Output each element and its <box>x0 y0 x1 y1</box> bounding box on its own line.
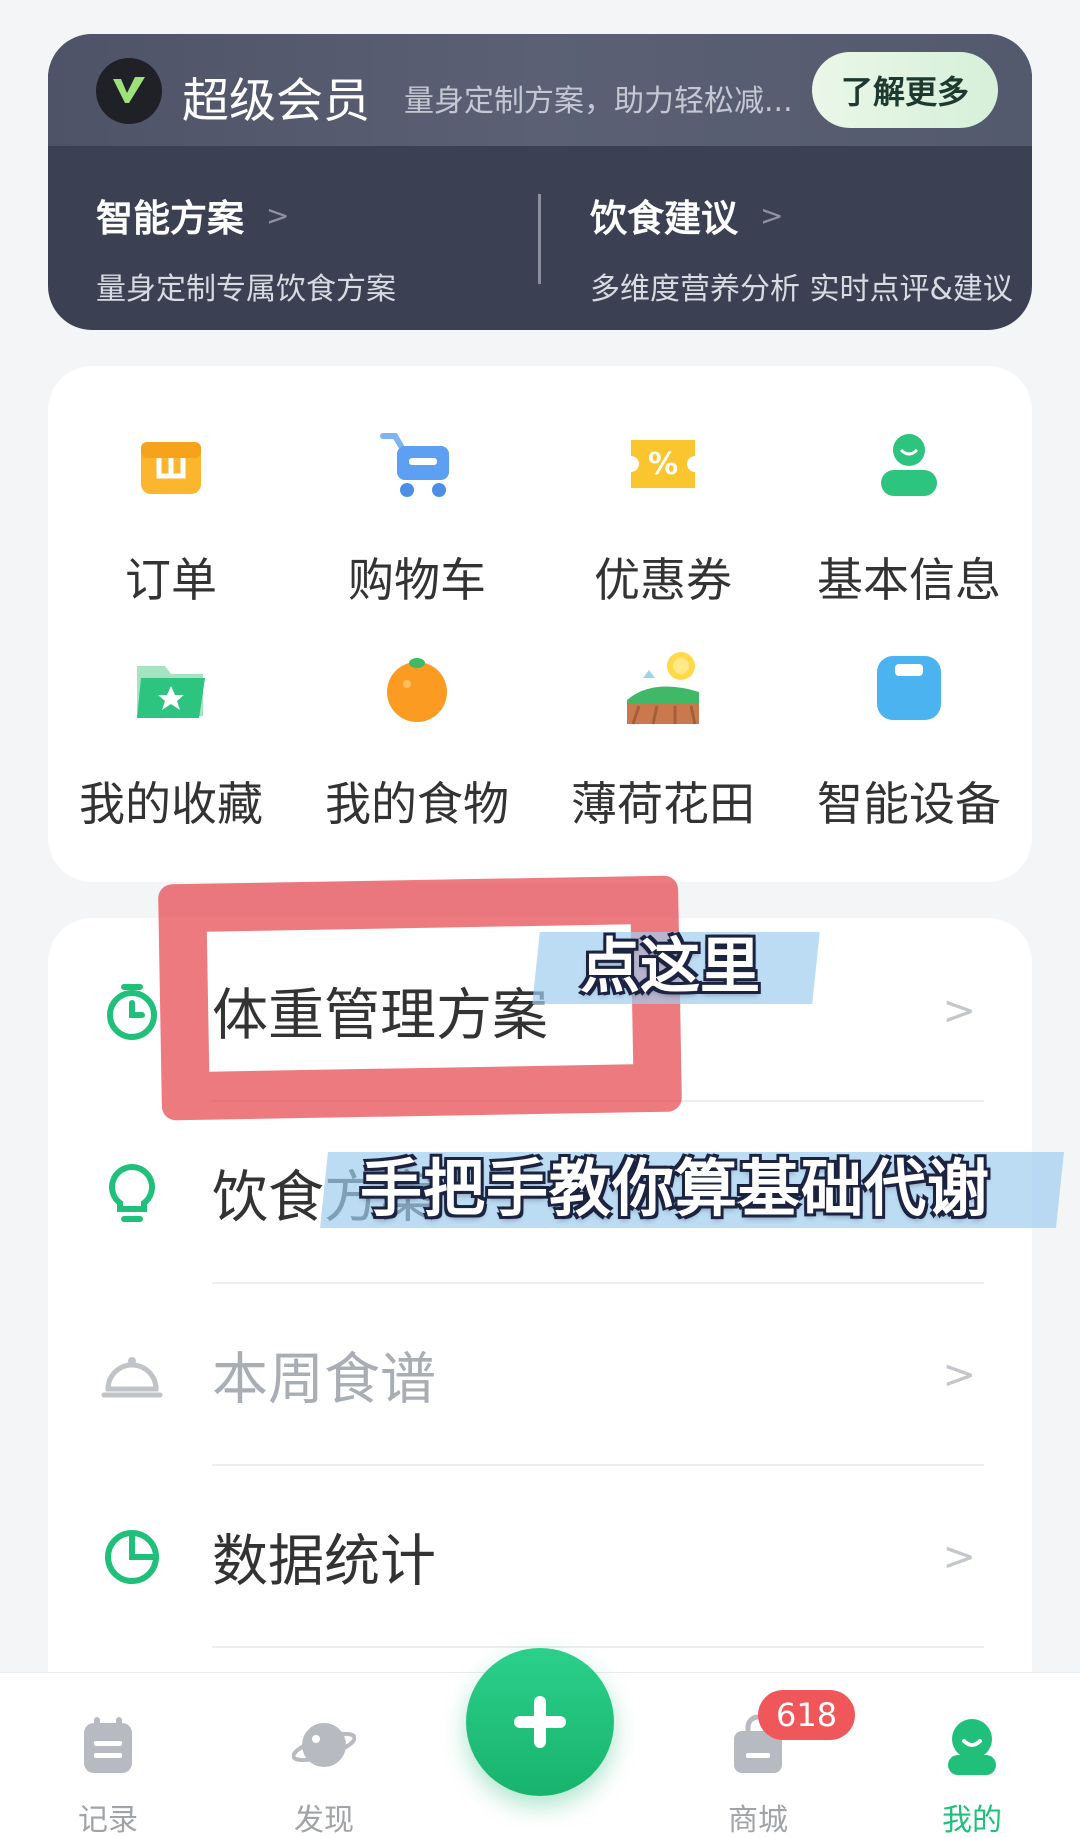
vip-feature-smart-plan[interactable]: 智能方案 > 量身定制专属饮食方案 <box>96 188 396 308</box>
tool-label: 薄荷花田 <box>571 777 755 831</box>
tool-label: 订单 <box>125 553 217 607</box>
vip-header: 超级会员 量身定制方案，助力轻松减... 了解更多 <box>48 34 1032 146</box>
chevron-right-icon: > <box>266 198 290 232</box>
vip-card[interactable]: 超级会员 量身定制方案，助力轻松减... 了解更多 智能方案 > 量身定制专属饮食… <box>48 34 1032 330</box>
tab-label: 记录 <box>78 1803 138 1837</box>
tool-label: 购物车 <box>348 553 486 607</box>
vip-logo-icon <box>96 58 162 124</box>
scale-device-icon <box>869 648 949 728</box>
tool-order[interactable]: 订单 <box>48 424 294 607</box>
cloche-icon <box>100 1343 164 1407</box>
profile-icon <box>869 424 949 504</box>
vip-feature-subtitle: 多维度营养分析 实时点评&建议 <box>590 272 1013 307</box>
tool-label: 优惠券 <box>594 553 732 607</box>
favorites-folder-icon <box>131 648 211 728</box>
tool-my-food[interactable]: 我的食物 <box>294 648 540 831</box>
tab-record[interactable]: 记录 <box>28 1673 188 1837</box>
vip-slogan: 量身定制方案，助力轻松减... <box>404 84 793 119</box>
tool-label: 智能设备 <box>817 777 1001 831</box>
tool-coupon[interactable]: % 优惠券 <box>540 424 786 607</box>
coupon-icon: % <box>623 424 703 504</box>
bulb-icon <box>100 1161 164 1225</box>
orange-icon <box>377 648 457 728</box>
tool-profile[interactable]: 基本信息 <box>786 424 1032 607</box>
tools-grid: 订单 购物车 % 优惠券 基本信息 我的收藏 我的食物 薄荷花田 智能设备 <box>48 366 1032 882</box>
chevron-right-icon: > <box>942 1534 976 1580</box>
me-icon <box>940 1713 1004 1777</box>
add-record-button[interactable] <box>466 1648 614 1796</box>
tool-favorites[interactable]: 我的收藏 <box>48 648 294 831</box>
menu-item-statistics[interactable]: 数据统计 > <box>48 1466 1032 1648</box>
flower-field-icon <box>623 648 703 728</box>
menu-item-weekly-recipe[interactable]: 本周食谱 > <box>48 1284 1032 1466</box>
vip-title: 超级会员 <box>182 74 370 129</box>
tab-label: 商城 <box>728 1803 788 1837</box>
record-icon <box>76 1713 140 1777</box>
vip-feature-title: 智能方案 <box>96 197 244 240</box>
tool-label: 我的食物 <box>325 777 509 831</box>
tab-me[interactable]: 我的 <box>892 1673 1052 1837</box>
tool-flower-field[interactable]: 薄荷花田 <box>540 648 786 831</box>
vip-divider <box>538 194 541 284</box>
annotation-tap-here: 点这里 <box>580 932 760 1002</box>
planet-icon <box>291 1713 357 1777</box>
timer-icon <box>100 979 164 1043</box>
annotation-guide: 手把手教你算基础代谢 <box>360 1152 991 1225</box>
tool-cart[interactable]: 购物车 <box>294 424 540 607</box>
divider <box>212 1646 984 1648</box>
chevron-right-icon: > <box>942 1352 976 1398</box>
cart-icon <box>377 424 457 504</box>
chevron-right-icon: > <box>760 198 784 232</box>
tool-label: 基本信息 <box>817 553 1001 607</box>
vip-feature-title: 饮食建议 <box>590 197 738 240</box>
tool-label: 我的收藏 <box>79 777 263 831</box>
pie-chart-icon <box>100 1525 164 1589</box>
chevron-right-icon: > <box>942 988 976 1034</box>
promo-badge: 618 <box>758 1690 856 1740</box>
tab-label: 我的 <box>942 1803 1002 1837</box>
tab-discover[interactable]: 发现 <box>244 1673 404 1837</box>
tool-smart-device[interactable]: 智能设备 <box>786 648 1032 831</box>
svg-text:%: % <box>648 447 678 482</box>
menu-label: 数据统计 <box>212 1529 436 1595</box>
plus-icon <box>514 1696 566 1748</box>
learn-more-button[interactable]: 了解更多 <box>812 52 998 128</box>
vip-feature-subtitle: 量身定制专属饮食方案 <box>96 272 396 307</box>
menu-label: 本周食谱 <box>212 1347 436 1413</box>
tab-label: 发现 <box>294 1803 354 1837</box>
vip-features: 智能方案 > 量身定制专属饮食方案 饮食建议 > 多维度营养分析 实时点评&建议 <box>48 146 1032 330</box>
vip-feature-diet-advice[interactable]: 饮食建议 > 多维度营养分析 实时点评&建议 <box>590 188 1013 308</box>
order-box-icon <box>131 424 211 504</box>
